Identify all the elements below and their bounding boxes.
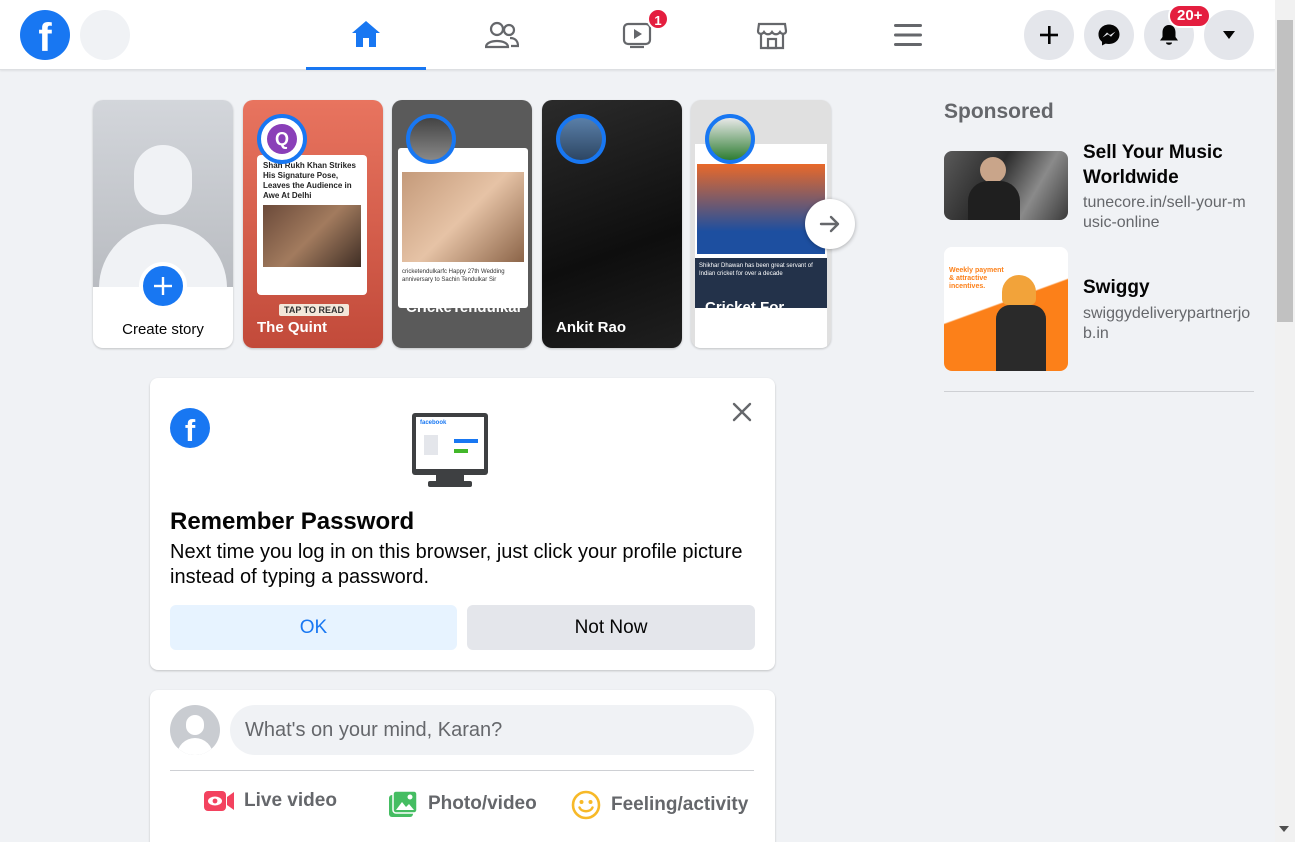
watch-badge: 1 bbox=[647, 8, 669, 30]
post-composer-card: What's on your mind, Karan? Live video P… bbox=[150, 690, 775, 842]
photo-video-label: Photo/video bbox=[428, 793, 537, 814]
remember-password-text: Next time you log in on this browser, ju… bbox=[170, 541, 743, 588]
ad-url-swiggy[interactable]: swiggydeliverypartnerjob.in bbox=[1083, 304, 1253, 344]
live-video-icon bbox=[204, 791, 234, 811]
ad-title-swiggy[interactable]: Swiggy bbox=[1083, 275, 1253, 300]
photo-video-icon bbox=[389, 790, 418, 817]
create-story-plus[interactable] bbox=[139, 262, 187, 310]
tab-home[interactable] bbox=[306, 0, 426, 70]
sponsored-heading: Sponsored bbox=[944, 100, 1054, 123]
tab-friends[interactable] bbox=[442, 0, 562, 70]
ok-button[interactable]: OK bbox=[170, 605, 457, 650]
feeling-activity-label: Feeling/activity bbox=[611, 794, 749, 815]
top-navbar: f 1 20+ bbox=[0, 0, 1275, 70]
friends-icon bbox=[485, 21, 519, 49]
close-icon bbox=[732, 402, 752, 422]
remember-password-card: f facebook Remember Password Next time y… bbox=[150, 378, 775, 670]
monitor-facebook-text: facebook bbox=[420, 420, 447, 426]
create-button[interactable] bbox=[1024, 10, 1074, 60]
messenger-button[interactable] bbox=[1084, 10, 1134, 60]
ad-image-swiggy[interactable]: Weekly payment & attractive incentives. bbox=[944, 247, 1068, 371]
search-button[interactable] bbox=[80, 10, 130, 60]
story-avatar-ankit-rao bbox=[556, 114, 606, 164]
photo-video-button[interactable]: Photo/video bbox=[388, 790, 537, 818]
arrow-right-icon bbox=[819, 215, 840, 233]
quint-story-photo bbox=[263, 205, 361, 267]
hamburger-menu-icon bbox=[894, 24, 922, 46]
story-avatar-cricketendulkar bbox=[406, 114, 456, 164]
tendulkar-story-preview: cricketendulkarfc Happy 27th Wedding ann… bbox=[398, 148, 528, 308]
facebook-logo-letter: f bbox=[38, 16, 52, 60]
tab-menu[interactable] bbox=[848, 0, 968, 70]
quint-logo-icon: Q bbox=[267, 124, 297, 154]
create-story-image bbox=[93, 100, 233, 287]
swiggy-ad-text: Weekly payment & attractive incentives. bbox=[949, 267, 1004, 290]
create-story-label: Create story bbox=[122, 321, 204, 338]
story-name-cricket-for-india: Cricket For India bbox=[705, 299, 785, 336]
not-now-button[interactable]: Not Now bbox=[467, 605, 755, 650]
live-video-label: Live video bbox=[244, 790, 337, 811]
scrollbar-thumb[interactable] bbox=[1277, 20, 1293, 322]
notifications-button[interactable]: 20+ bbox=[1144, 4, 1212, 60]
home-icon bbox=[352, 20, 380, 47]
marketplace-icon bbox=[756, 22, 788, 50]
chevron-down-icon bbox=[1223, 31, 1235, 39]
facebook-small-logo-icon: f bbox=[170, 408, 210, 448]
avatar[interactable] bbox=[170, 705, 220, 755]
whats-on-your-mind-input[interactable]: What's on your mind, Karan? bbox=[230, 705, 754, 755]
close-button[interactable] bbox=[728, 398, 756, 426]
live-video-button[interactable]: Live video bbox=[204, 790, 337, 812]
ad-title-tunecore[interactable]: Sell Your Music Worldwide bbox=[1083, 140, 1253, 190]
smiley-icon bbox=[571, 790, 601, 820]
composer-divider bbox=[170, 770, 754, 771]
story-name-ankit-rao: Ankit Rao bbox=[556, 319, 627, 336]
account-button[interactable] bbox=[1204, 10, 1254, 60]
tab-marketplace[interactable] bbox=[712, 0, 832, 70]
story-card-the-quint[interactable]: Shah Rukh Khan Strikes His Signature Pos… bbox=[243, 100, 383, 348]
quint-story-headline: Shah Rukh Khan Strikes His Signature Pos… bbox=[263, 161, 356, 200]
monitor-base bbox=[428, 481, 472, 487]
story-card-ankit-rao[interactable]: Ankit Rao bbox=[542, 100, 682, 348]
tendulkar-story-caption: cricketendulkarfc Happy 27th Wedding ann… bbox=[402, 269, 505, 283]
messenger-icon bbox=[1098, 24, 1120, 46]
quint-story-preview: Shah Rukh Khan Strikes His Signature Pos… bbox=[257, 155, 367, 295]
plus-icon bbox=[1040, 26, 1058, 44]
create-story-card[interactable]: Create story bbox=[93, 100, 233, 348]
story-name-cricketendulkar: CrickeTendulkar bbox=[406, 299, 523, 316]
monitor-illustration: facebook bbox=[412, 413, 488, 475]
story-name-the-quint: The Quint bbox=[257, 319, 327, 336]
story-card-cricketendulkar[interactable]: cricketendulkarfc Happy 27th Wedding ann… bbox=[392, 100, 532, 348]
feeling-activity-button[interactable]: Feeling/activity bbox=[571, 790, 748, 820]
story-avatar-the-quint: Q bbox=[257, 114, 307, 164]
stories-next-button[interactable] bbox=[805, 199, 855, 249]
quint-tap-to-read: TAP TO READ bbox=[279, 304, 350, 316]
story-avatar-cricket-for-india bbox=[705, 114, 755, 164]
tab-watch[interactable]: 1 bbox=[577, 0, 697, 70]
ad-url-tunecore[interactable]: tunecore.in/sell-your-music-online bbox=[1083, 193, 1253, 233]
plus-icon bbox=[154, 277, 172, 295]
scroll-down-arrow[interactable] bbox=[1279, 826, 1289, 832]
sponsored-divider bbox=[944, 391, 1254, 392]
remember-password-title: Remember Password bbox=[170, 508, 415, 535]
ad-image-tunecore[interactable] bbox=[944, 151, 1068, 220]
cricket-story-photo bbox=[697, 164, 825, 254]
facebook-logo[interactable]: f bbox=[20, 10, 70, 60]
watch-icon bbox=[622, 22, 652, 49]
tendulkar-story-photo bbox=[402, 172, 524, 262]
